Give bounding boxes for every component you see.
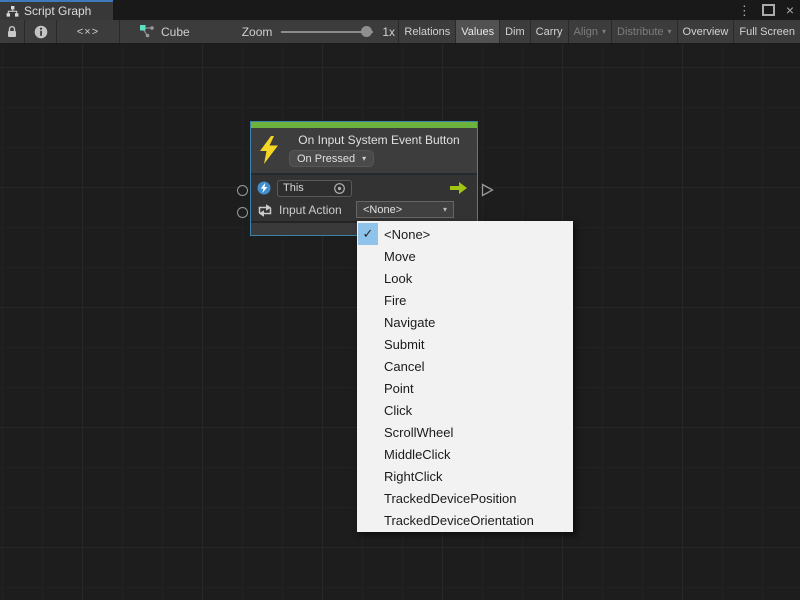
carry-label: Carry bbox=[536, 26, 563, 38]
relations-label: Relations bbox=[404, 26, 450, 38]
align-label: Align bbox=[574, 26, 598, 38]
maximize-icon[interactable] bbox=[762, 4, 775, 16]
this-input-port[interactable] bbox=[237, 185, 248, 196]
menu-item-label: RightClick bbox=[384, 469, 443, 484]
overview-label: Overview bbox=[683, 26, 729, 38]
menu-item-label: Look bbox=[384, 271, 412, 286]
menu-item-label: Move bbox=[384, 249, 416, 264]
input-action-value: <None> bbox=[363, 204, 402, 216]
zoom-slider-handle[interactable] bbox=[361, 26, 372, 37]
graph-icon bbox=[6, 6, 19, 17]
check-icon: ✓ bbox=[363, 226, 374, 242]
dim-label: Dim bbox=[505, 26, 525, 38]
code-view-button[interactable]: <×> bbox=[57, 20, 120, 43]
distribute-button[interactable]: Distribute ▾ bbox=[611, 20, 676, 43]
menu-item-label: TrackedDevicePosition bbox=[384, 491, 516, 506]
tab-script-graph[interactable]: Script Graph bbox=[0, 0, 113, 20]
chevron-down-icon: ▾ bbox=[443, 206, 447, 214]
action-input-port[interactable] bbox=[237, 207, 248, 218]
menu-item[interactable]: Look bbox=[357, 267, 573, 289]
graph-toolbar: <×> Cube Zoom 1x Relations Values bbox=[0, 20, 800, 44]
menu-item[interactable]: Move bbox=[357, 245, 573, 267]
values-button[interactable]: Values bbox=[455, 20, 499, 43]
distribute-label: Distribute bbox=[617, 26, 663, 38]
input-action-menu: ✓ <None> Move Look Fire Navigate Submit … bbox=[357, 221, 573, 532]
menu-item[interactable]: Cancel bbox=[357, 355, 573, 377]
fullscreen-button[interactable]: Full Screen bbox=[733, 20, 800, 43]
node-header[interactable]: On Input System Event Button On Pressed … bbox=[251, 128, 477, 173]
menu-item-label: <None> bbox=[384, 227, 430, 242]
align-button[interactable]: Align ▾ bbox=[568, 20, 611, 43]
window-controls: ⋮ × bbox=[738, 0, 794, 20]
tab-label: Script Graph bbox=[24, 4, 91, 18]
event-node[interactable]: On Input System Event Button On Pressed … bbox=[250, 121, 478, 236]
chevron-down-icon: ▾ bbox=[668, 28, 672, 36]
node-ports: This bbox=[251, 173, 477, 221]
info-button[interactable] bbox=[25, 20, 57, 43]
menu-item-label: Cancel bbox=[384, 359, 424, 374]
view-buttons: Relations Values Dim Carry Align ▾ Distr… bbox=[398, 20, 800, 43]
event-type-label: On Pressed bbox=[297, 153, 355, 165]
menu-item-label: Fire bbox=[384, 293, 406, 308]
breadcrumb[interactable]: Cube bbox=[140, 20, 190, 43]
zoom-label: Zoom bbox=[242, 25, 273, 39]
menu-item[interactable]: Click bbox=[357, 399, 573, 421]
menu-item[interactable]: Submit bbox=[357, 333, 573, 355]
chevron-down-icon: ▾ bbox=[602, 28, 606, 36]
menu-item-label: Navigate bbox=[384, 315, 435, 330]
lock-button[interactable] bbox=[0, 20, 25, 43]
this-object-field[interactable]: This bbox=[277, 180, 352, 197]
menu-item[interactable]: TrackedDeviceOrientation bbox=[357, 509, 573, 531]
breadcrumb-label: Cube bbox=[161, 25, 190, 39]
this-field-value: This bbox=[283, 182, 304, 194]
zoom-slider[interactable] bbox=[281, 31, 373, 33]
input-action-icon bbox=[257, 203, 273, 218]
dim-button[interactable]: Dim bbox=[499, 20, 530, 43]
checked-gutter: ✓ bbox=[358, 223, 378, 245]
overview-button[interactable]: Overview bbox=[677, 20, 734, 43]
zoom-control: Zoom 1x bbox=[242, 20, 395, 43]
input-action-label: Input Action bbox=[279, 203, 342, 217]
lock-icon bbox=[6, 25, 18, 38]
input-action-dropdown[interactable]: <None> ▾ bbox=[356, 201, 454, 218]
menu-item-label: Point bbox=[384, 381, 414, 396]
menu-item[interactable]: ✓ <None> bbox=[357, 223, 573, 245]
code-view-glyph: <×> bbox=[77, 26, 99, 38]
info-icon bbox=[34, 25, 48, 39]
node-title: On Input System Event Button bbox=[283, 133, 475, 147]
menu-item-label: MiddleClick bbox=[384, 447, 450, 462]
window-menu-icon[interactable]: ⋮ bbox=[738, 4, 751, 17]
menu-item[interactable]: TrackedDevicePosition bbox=[357, 487, 573, 509]
flow-output-port[interactable] bbox=[481, 183, 494, 197]
this-port-row: This bbox=[257, 179, 473, 197]
menu-item-label: Submit bbox=[384, 337, 424, 352]
input-action-row: Input Action <None> ▾ bbox=[257, 201, 473, 219]
lightning-icon bbox=[258, 135, 280, 165]
menu-item-label: TrackedDeviceOrientation bbox=[384, 513, 534, 528]
gameobject-icon bbox=[257, 181, 271, 195]
menu-item[interactable]: MiddleClick bbox=[357, 443, 573, 465]
zoom-value: 1x bbox=[382, 25, 395, 39]
unity-script-graph-window: Script Graph ⋮ × <×> bbox=[0, 0, 800, 600]
menu-item[interactable]: ScrollWheel bbox=[357, 421, 573, 443]
relations-button[interactable]: Relations bbox=[398, 20, 455, 43]
menu-item-label: ScrollWheel bbox=[384, 425, 453, 440]
graph-canvas[interactable]: On Input System Event Button On Pressed … bbox=[0, 44, 800, 600]
menu-item-label: Click bbox=[384, 403, 412, 418]
menu-item[interactable]: Fire bbox=[357, 289, 573, 311]
menu-item[interactable]: Navigate bbox=[357, 311, 573, 333]
carry-button[interactable]: Carry bbox=[530, 20, 568, 43]
flow-arrow-icon bbox=[450, 182, 467, 194]
object-picker-icon[interactable] bbox=[333, 182, 346, 195]
fullscreen-label: Full Screen bbox=[739, 26, 795, 38]
event-type-dropdown[interactable]: On Pressed ▾ bbox=[289, 150, 374, 167]
graph-node-icon bbox=[140, 25, 155, 38]
menu-item[interactable]: Point bbox=[357, 377, 573, 399]
chevron-down-icon: ▾ bbox=[362, 155, 366, 163]
close-icon[interactable]: × bbox=[786, 3, 794, 17]
values-label: Values bbox=[461, 26, 494, 38]
tab-bar: Script Graph ⋮ × bbox=[0, 0, 800, 20]
menu-item[interactable]: RightClick bbox=[357, 465, 573, 487]
